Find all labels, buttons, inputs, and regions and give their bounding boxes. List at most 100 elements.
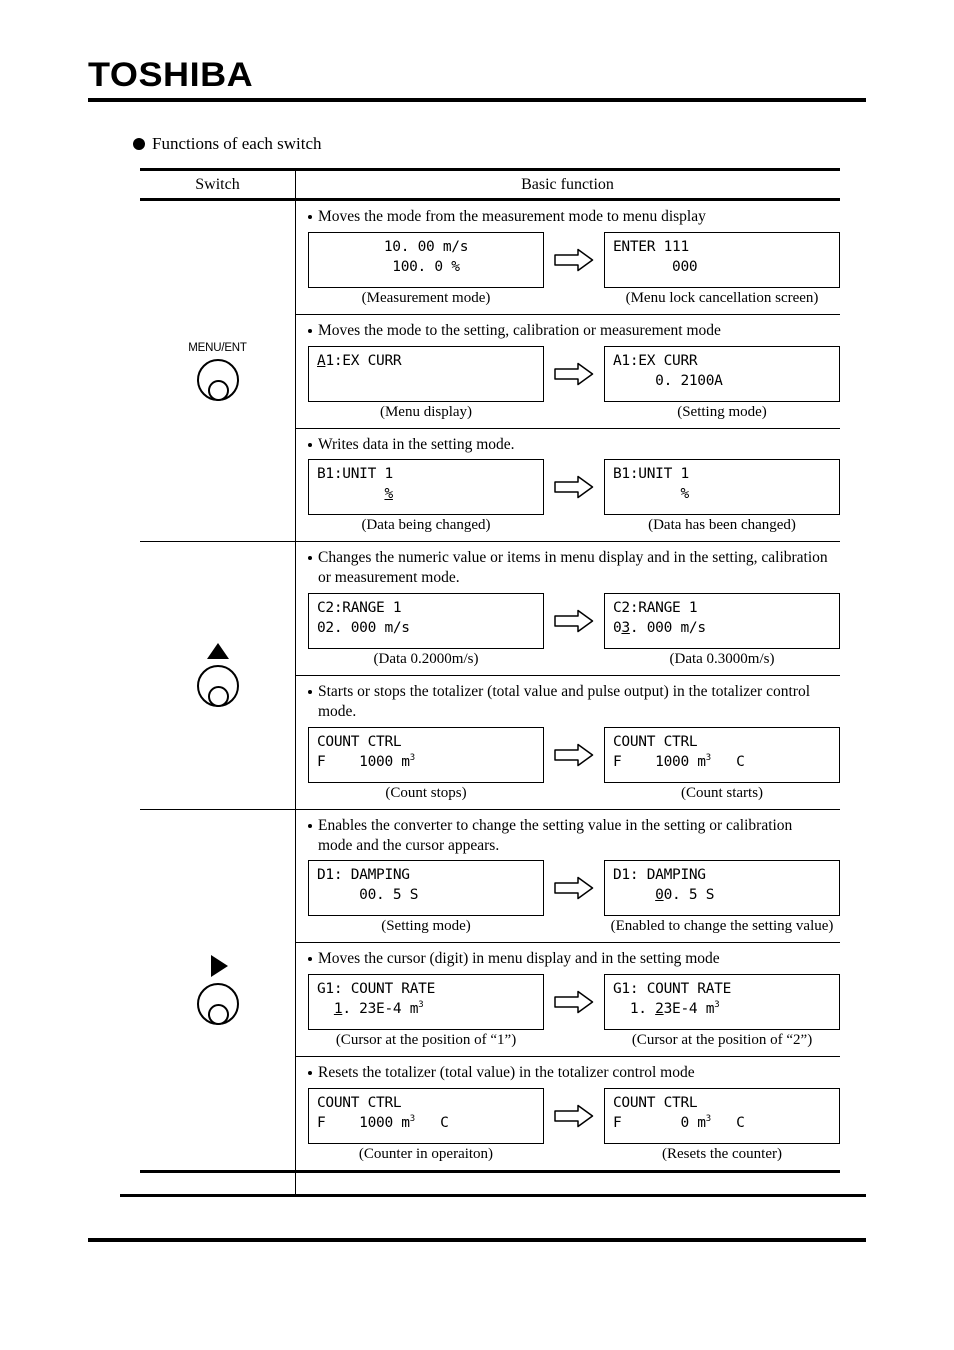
switch-icon-wrap [140, 643, 295, 708]
knob-inner-ring [207, 379, 229, 401]
switch-label: MENU/ENT [188, 341, 247, 354]
lcd-line: COUNT CTRL [613, 1095, 698, 1112]
lcd-caption-before: (Data 0.2000m/s) [373, 651, 479, 668]
lcd-caption-after: (Data has been changed) [648, 517, 796, 534]
function-block: Starts or stops the totalizer (total val… [295, 676, 840, 809]
triangle-right-knob-icon[interactable] [196, 982, 239, 1025]
lcd-line: 00. 5 S [655, 887, 715, 904]
switch-group-row: MENU/ENT Moves the mode from the measurem… [140, 201, 840, 541]
lcd-line: COUNT CTRL [317, 733, 402, 750]
lcd-screen-before: C2:RANGE 1 02. 000 m/s [308, 593, 544, 650]
lcd-screen-before: A1:EX CURR [308, 345, 544, 402]
lcd-line: C2:RANGE 1 [613, 600, 698, 617]
lcd-line: 1. 23E-4 m3 [333, 1000, 424, 1018]
lcd-screen-after: COUNT CTRL F 0 m3 C [604, 1088, 840, 1145]
lcd-screen-before: D1: DAMPING 00. 5 S [308, 860, 544, 917]
lcd-caption-after: (Enabled to change the setting value) [610, 918, 834, 935]
bullet-dot-icon [308, 1071, 312, 1076]
lcd-line: A1:EX CURR [317, 352, 402, 369]
footer-rule [88, 1238, 866, 1242]
lcd-line: 00. 5 S [317, 887, 419, 904]
triangle-up-icon [206, 643, 229, 660]
bullet-dot-icon [308, 690, 312, 695]
triangle-right-icon [211, 954, 228, 977]
lcd-caption-before: (Counter in operaiton) [358, 1146, 494, 1163]
column-header-switch: Switch [195, 175, 240, 193]
lcd-screen-after: B1:UNIT 1 % [604, 459, 840, 516]
screen-transition: C2:RANGE 1 02. 000 m/s (Data 0.2000m/s) C2:… [308, 593, 840, 668]
lcd-pane-before: A1:EX CURR (Menu display) [308, 345, 544, 421]
lcd-line: COUNT CTRL [613, 733, 698, 750]
lcd-screen-after: ENTER 111 000 [604, 231, 840, 288]
lcd-line: 02. 000 m/s [317, 620, 410, 637]
function-description-text: Writes data in the setting mode. [318, 435, 515, 453]
function-block: Moves the mode from the measurement mode… [295, 201, 840, 314]
lcd-pane-after: COUNT CTRL F 1000 m3 C (Count starts) [604, 726, 840, 802]
function-description: Changes the numeric value or items in me… [308, 548, 840, 588]
transition-arrow-icon [544, 860, 604, 900]
lcd-caption-before: (Menu display) [379, 403, 473, 420]
lcd-caption-after: (Setting mode) [677, 403, 767, 420]
screen-transition: D1: DAMPING 00. 5 S (Setting mode) D1: DAM… [308, 860, 840, 935]
lcd-line: A1:EX CURR [613, 352, 698, 369]
function-description-text: Changes the numeric value or items in me… [318, 549, 828, 587]
lcd-line: 000 [613, 258, 698, 275]
lcd-line: 100. 0 % [392, 258, 460, 275]
switch-group-row: Changes the numeric value or items in me… [140, 542, 840, 808]
function-description: Moves the mode to the setting, calibrati… [308, 321, 840, 341]
lcd-caption-after: (Count starts) [680, 784, 764, 801]
switch-cell: MENU/ENT [140, 201, 295, 541]
function-block: Resets the totalizer (total value) in th… [295, 1057, 840, 1170]
switch-function-table: Switch Basic function MENU/ENT Moves the … [140, 168, 840, 1174]
function-description-text: Moves the mode to the setting, calibrati… [318, 321, 721, 339]
lcd-line: 0. 2100A [613, 372, 723, 389]
lcd-pane-before: D1: DAMPING 00. 5 S (Setting mode) [308, 860, 544, 935]
lcd-screen-before: COUNT CTRL F 1000 m3 [308, 726, 544, 783]
switch-icon-wrap: MENU/ENT [140, 342, 295, 401]
screen-transition: G1: COUNT RATE 1. 23E-4 m3 (Cursor at the… [308, 974, 840, 1049]
transition-arrow-icon [544, 593, 604, 633]
function-description: Moves the mode from the measurement mode… [308, 207, 840, 227]
lcd-line: G1: COUNT RATE [317, 981, 436, 998]
switch-group-row: Enables the converter to change the sett… [140, 810, 840, 1170]
lcd-pane-before: B1:UNIT 1 % (Data being changed) [308, 459, 544, 534]
lcd-pane-before: 10. 00 m/s 100. 0 % (Measurement mode) [308, 231, 544, 307]
bullet-dot-icon [308, 957, 312, 962]
section-heading: Functions of each switch [133, 134, 322, 154]
switch-cell [140, 542, 295, 808]
function-block: Enables the converter to change the sett… [295, 810, 840, 943]
lcd-line: 10. 00 m/s [383, 238, 469, 255]
knob-inner-ring [207, 686, 229, 708]
table-bottom-border [140, 1170, 840, 1174]
round-knob-icon[interactable] [196, 358, 239, 401]
triangle-up-knob-icon[interactable] [196, 665, 239, 708]
lcd-line: COUNT CTRL [317, 1095, 402, 1112]
lcd-pane-after: D1: DAMPING 00. 5 S (Enabled to change th… [604, 860, 840, 935]
column-header-basic-function: Basic function [521, 175, 614, 193]
lcd-caption-before: (Data being changed) [361, 517, 491, 534]
table-column-divider [295, 168, 296, 1194]
bullet-dot-icon [308, 215, 312, 219]
header-rule [88, 98, 866, 102]
lcd-screen-after: C2:RANGE 1 03. 000 m/s [604, 593, 840, 650]
toshiba-logo: TOSHIBA [88, 56, 254, 94]
lcd-line: F 1000 m3 C [613, 752, 745, 770]
transition-arrow-icon [544, 232, 604, 272]
lcd-line: G1: COUNT RATE [613, 981, 732, 998]
function-cell: Moves the mode from the measurement mode… [295, 201, 840, 541]
lcd-caption-after: (Data 0.3000m/s) [669, 651, 775, 668]
bullet-icon [133, 138, 145, 150]
function-cell: Changes the numeric value or items in me… [295, 542, 840, 808]
lcd-caption-before: (Setting mode) [381, 918, 471, 935]
lcd-line: % [384, 486, 393, 503]
lcd-line: C2:RANGE 1 [317, 600, 402, 617]
screen-transition: COUNT CTRL F 1000 m3 (Count stops) COUNT CT… [308, 726, 840, 802]
lcd-caption-before: (Count stops) [385, 784, 467, 801]
lcd-screen-after: G1: COUNT RATE 1. 23E-4 m3 [604, 974, 840, 1031]
lcd-pane-before: COUNT CTRL F 1000 m3 (Count stops) [308, 726, 544, 802]
lcd-line: D1: DAMPING [613, 867, 706, 884]
bullet-dot-icon [308, 823, 312, 828]
lcd-line: D1: DAMPING [317, 867, 410, 884]
function-description-text: Moves the mode from the measurement mode… [318, 208, 706, 225]
lcd-pane-after: C2:RANGE 1 03. 000 m/s (Data 0.3000m/s) [604, 593, 840, 668]
